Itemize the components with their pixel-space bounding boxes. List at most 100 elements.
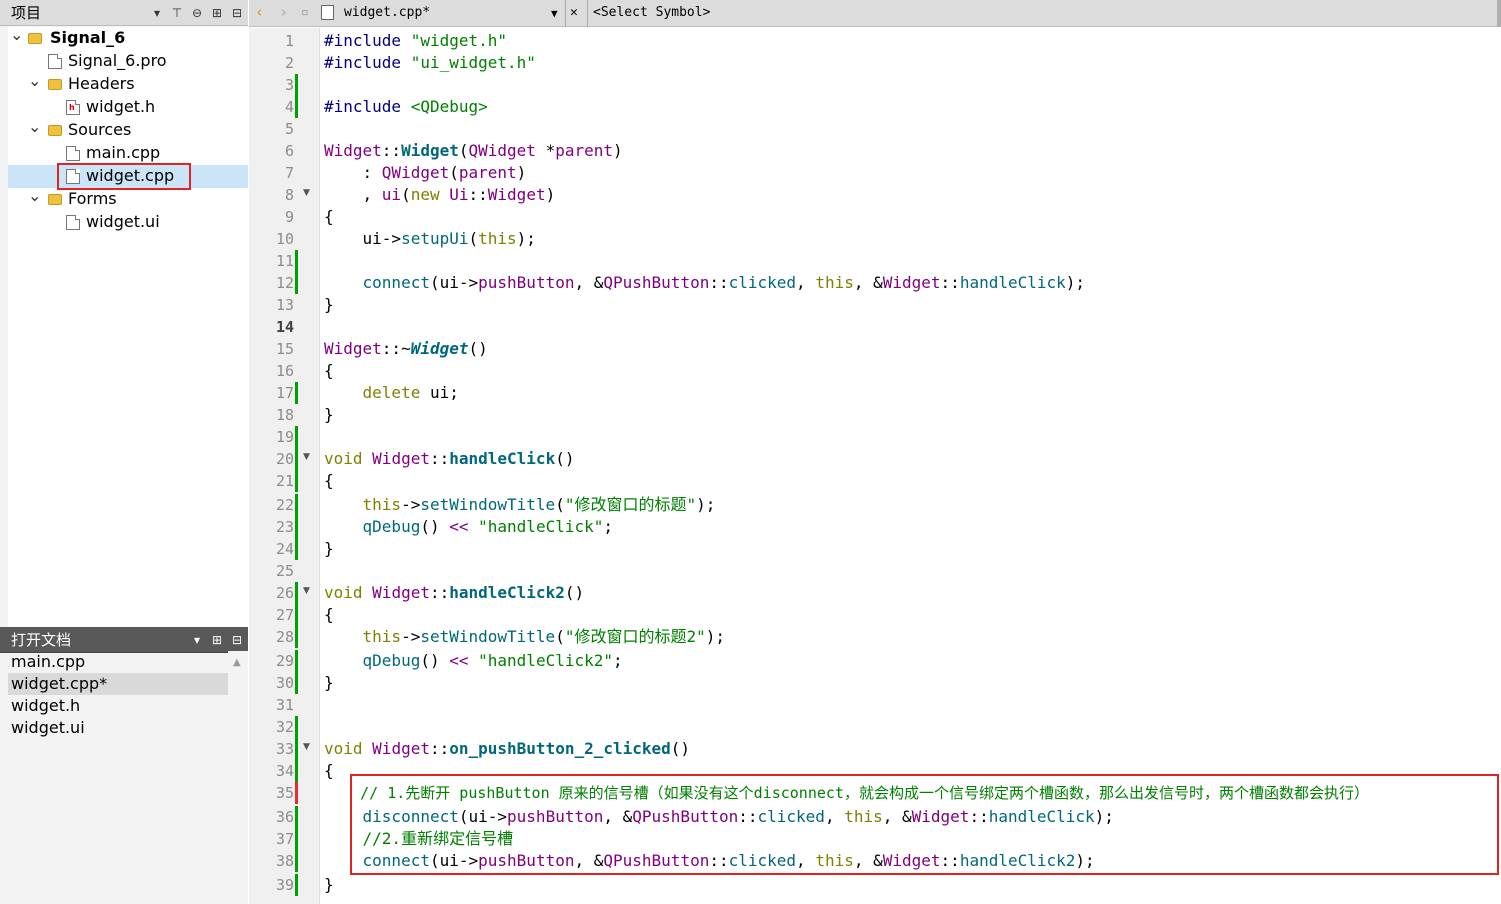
tree-item-forms[interactable]: ⌄ Forms xyxy=(8,186,248,211)
open-doc-item[interactable]: widget.cpp* xyxy=(8,673,228,695)
code-line: qDebug() << "handleClick"; xyxy=(362,517,614,536)
dropdown-arrow-icon[interactable]: ▾ xyxy=(150,6,164,20)
link-icon[interactable]: ⊖ xyxy=(190,6,204,20)
line-number: 12 xyxy=(275,274,294,292)
line-number: 29 xyxy=(275,652,294,670)
close-panel-icon[interactable]: ⊟ xyxy=(230,6,244,20)
line-number: 27 xyxy=(275,606,294,624)
tree-item-main-cpp[interactable]: main.cpp xyxy=(8,142,248,165)
close-file-icon[interactable]: ✕ xyxy=(570,5,578,20)
lock-icon: ▫ xyxy=(301,5,309,20)
change-marker xyxy=(295,516,298,538)
code-line: { xyxy=(324,605,334,624)
open-doc-item[interactable]: widget.h xyxy=(8,695,228,717)
cpp-file-icon xyxy=(66,146,80,161)
tree-item-widget-h[interactable]: h widget.h xyxy=(8,96,248,119)
code-line: } xyxy=(324,875,334,894)
line-number: 33 xyxy=(275,740,294,758)
line-number: 19 xyxy=(275,428,294,446)
line-number: 35 xyxy=(275,784,294,802)
change-marker xyxy=(295,272,298,294)
split-icon[interactable]: ⊞ xyxy=(210,633,224,647)
symbol-selector[interactable]: <Select Symbol> xyxy=(593,5,710,20)
open-docs-list: main.cpp widget.cpp* widget.h widget.ui xyxy=(8,651,228,739)
expand-chevron-icon[interactable]: ⌄ xyxy=(28,71,41,90)
scroll-up-icon[interactable]: ▲ xyxy=(233,657,241,668)
file-dropdown-icon[interactable]: ▼ xyxy=(551,7,558,20)
line-number: 28 xyxy=(275,628,294,646)
headers-folder-icon xyxy=(48,79,62,90)
code-line: { xyxy=(324,471,334,490)
open-docs-header: 打开文档 ▾ ⊞ ⊟ xyxy=(0,627,248,653)
filter-icon[interactable]: ⊤ xyxy=(170,6,184,20)
fold-arrow-icon[interactable]: ▼ xyxy=(303,188,310,198)
change-marker xyxy=(295,470,298,492)
code-editor[interactable]: #include "widget.h" #include "ui_widget.h… xyxy=(324,28,1501,904)
tree-item-signal-6-pro[interactable]: Signal_6.pro xyxy=(8,50,248,73)
expand-chevron-icon[interactable]: ⌄ xyxy=(10,25,23,44)
line-number: 4 xyxy=(284,98,294,116)
code-line: void Widget::on_pushButton_2_clicked() xyxy=(324,739,691,758)
line-number: 2 xyxy=(284,54,294,72)
change-marker xyxy=(295,760,298,782)
change-marker xyxy=(295,874,298,896)
tree-item-sources[interactable]: ⌄ Sources xyxy=(8,117,248,142)
line-number: 39 xyxy=(275,876,294,894)
tree-item-signal-6[interactable]: ⌄ Signal_6 xyxy=(8,25,248,50)
code-line: ui->setupUi(this); xyxy=(324,229,536,248)
forward-arrow-icon[interactable]: › xyxy=(279,3,288,21)
close-panel-icon[interactable]: ⊟ xyxy=(230,633,244,647)
project-panel-tools: ▾ ⊤ ⊖ ⊞ ⊟ xyxy=(150,0,244,26)
project-tree: ⌄ Signal_6 Signal_6.pro ⌄ Headers h widget.h ⌄ S… xyxy=(8,25,248,627)
code-line: { xyxy=(324,361,334,380)
open-doc-item[interactable]: main.cpp xyxy=(8,651,228,673)
code-line: Widget::~Widget() xyxy=(324,339,488,358)
line-number: 3 xyxy=(284,76,294,94)
code-line: void Widget::handleClick() xyxy=(324,449,575,468)
expand-chevron-icon[interactable]: ⌄ xyxy=(28,186,41,205)
forms-folder-icon xyxy=(48,194,62,205)
line-number: 38 xyxy=(275,852,294,870)
fold-arrow-icon[interactable]: ▼ xyxy=(303,452,310,462)
fold-arrow-icon[interactable]: ▼ xyxy=(303,586,310,596)
back-arrow-icon[interactable]: ‹ xyxy=(255,3,264,21)
code-line: this->setWindowTitle("修改窗口的标题"); xyxy=(362,495,716,514)
line-number: 23 xyxy=(275,518,294,536)
tree-item-label: Sources xyxy=(68,120,132,139)
fold-arrow-icon[interactable]: ▼ xyxy=(303,742,310,752)
change-marker xyxy=(295,538,298,560)
code-line: { xyxy=(324,761,334,780)
change-marker xyxy=(295,96,298,118)
code-line: qDebug() << "handleClick2"; xyxy=(362,651,623,670)
open-docs-scrollbar[interactable]: ▲ xyxy=(228,651,248,904)
dropdown-arrow-icon[interactable]: ▾ xyxy=(190,633,204,647)
editor-toolbar: ‹ › ▫ widget.cpp* ▼ ✕ <Select Symbol> xyxy=(249,0,1501,27)
tree-item-headers[interactable]: ⌄ Headers xyxy=(8,71,248,96)
code-line: : QWidget(parent) xyxy=(324,163,527,182)
change-marker xyxy=(295,738,298,760)
tree-item-label: widget.ui xyxy=(86,212,160,231)
open-docs-title: 打开文档 xyxy=(11,631,72,649)
tree-item-widget-ui[interactable]: widget.ui xyxy=(8,211,248,234)
code-line: #include <QDebug> xyxy=(324,97,488,116)
change-marker xyxy=(295,672,298,694)
open-doc-item[interactable]: widget.ui xyxy=(8,717,228,739)
tree-item-label: Forms xyxy=(68,189,117,208)
file-tab[interactable]: widget.cpp* xyxy=(344,5,430,20)
toolbar-divider xyxy=(565,0,566,27)
tree-item-widget-cpp[interactable]: widget.cpp xyxy=(8,163,248,190)
line-number: 32 xyxy=(275,718,294,736)
tree-item-label: main.cpp xyxy=(86,143,161,162)
line-number: 18 xyxy=(275,406,294,424)
code-line: this->setWindowTitle("修改窗口的标题2"); xyxy=(362,627,725,646)
line-number: 20 xyxy=(275,450,294,468)
line-number: 14 xyxy=(275,318,294,336)
split-icon[interactable]: ⊞ xyxy=(210,6,224,20)
change-marker xyxy=(295,626,298,648)
line-number: 30 xyxy=(275,674,294,692)
line-number: 31 xyxy=(275,696,294,714)
expand-chevron-icon[interactable]: ⌄ xyxy=(28,117,41,136)
toolbar-divider xyxy=(587,0,588,27)
change-marker xyxy=(295,782,298,804)
line-number: 17 xyxy=(275,384,294,402)
